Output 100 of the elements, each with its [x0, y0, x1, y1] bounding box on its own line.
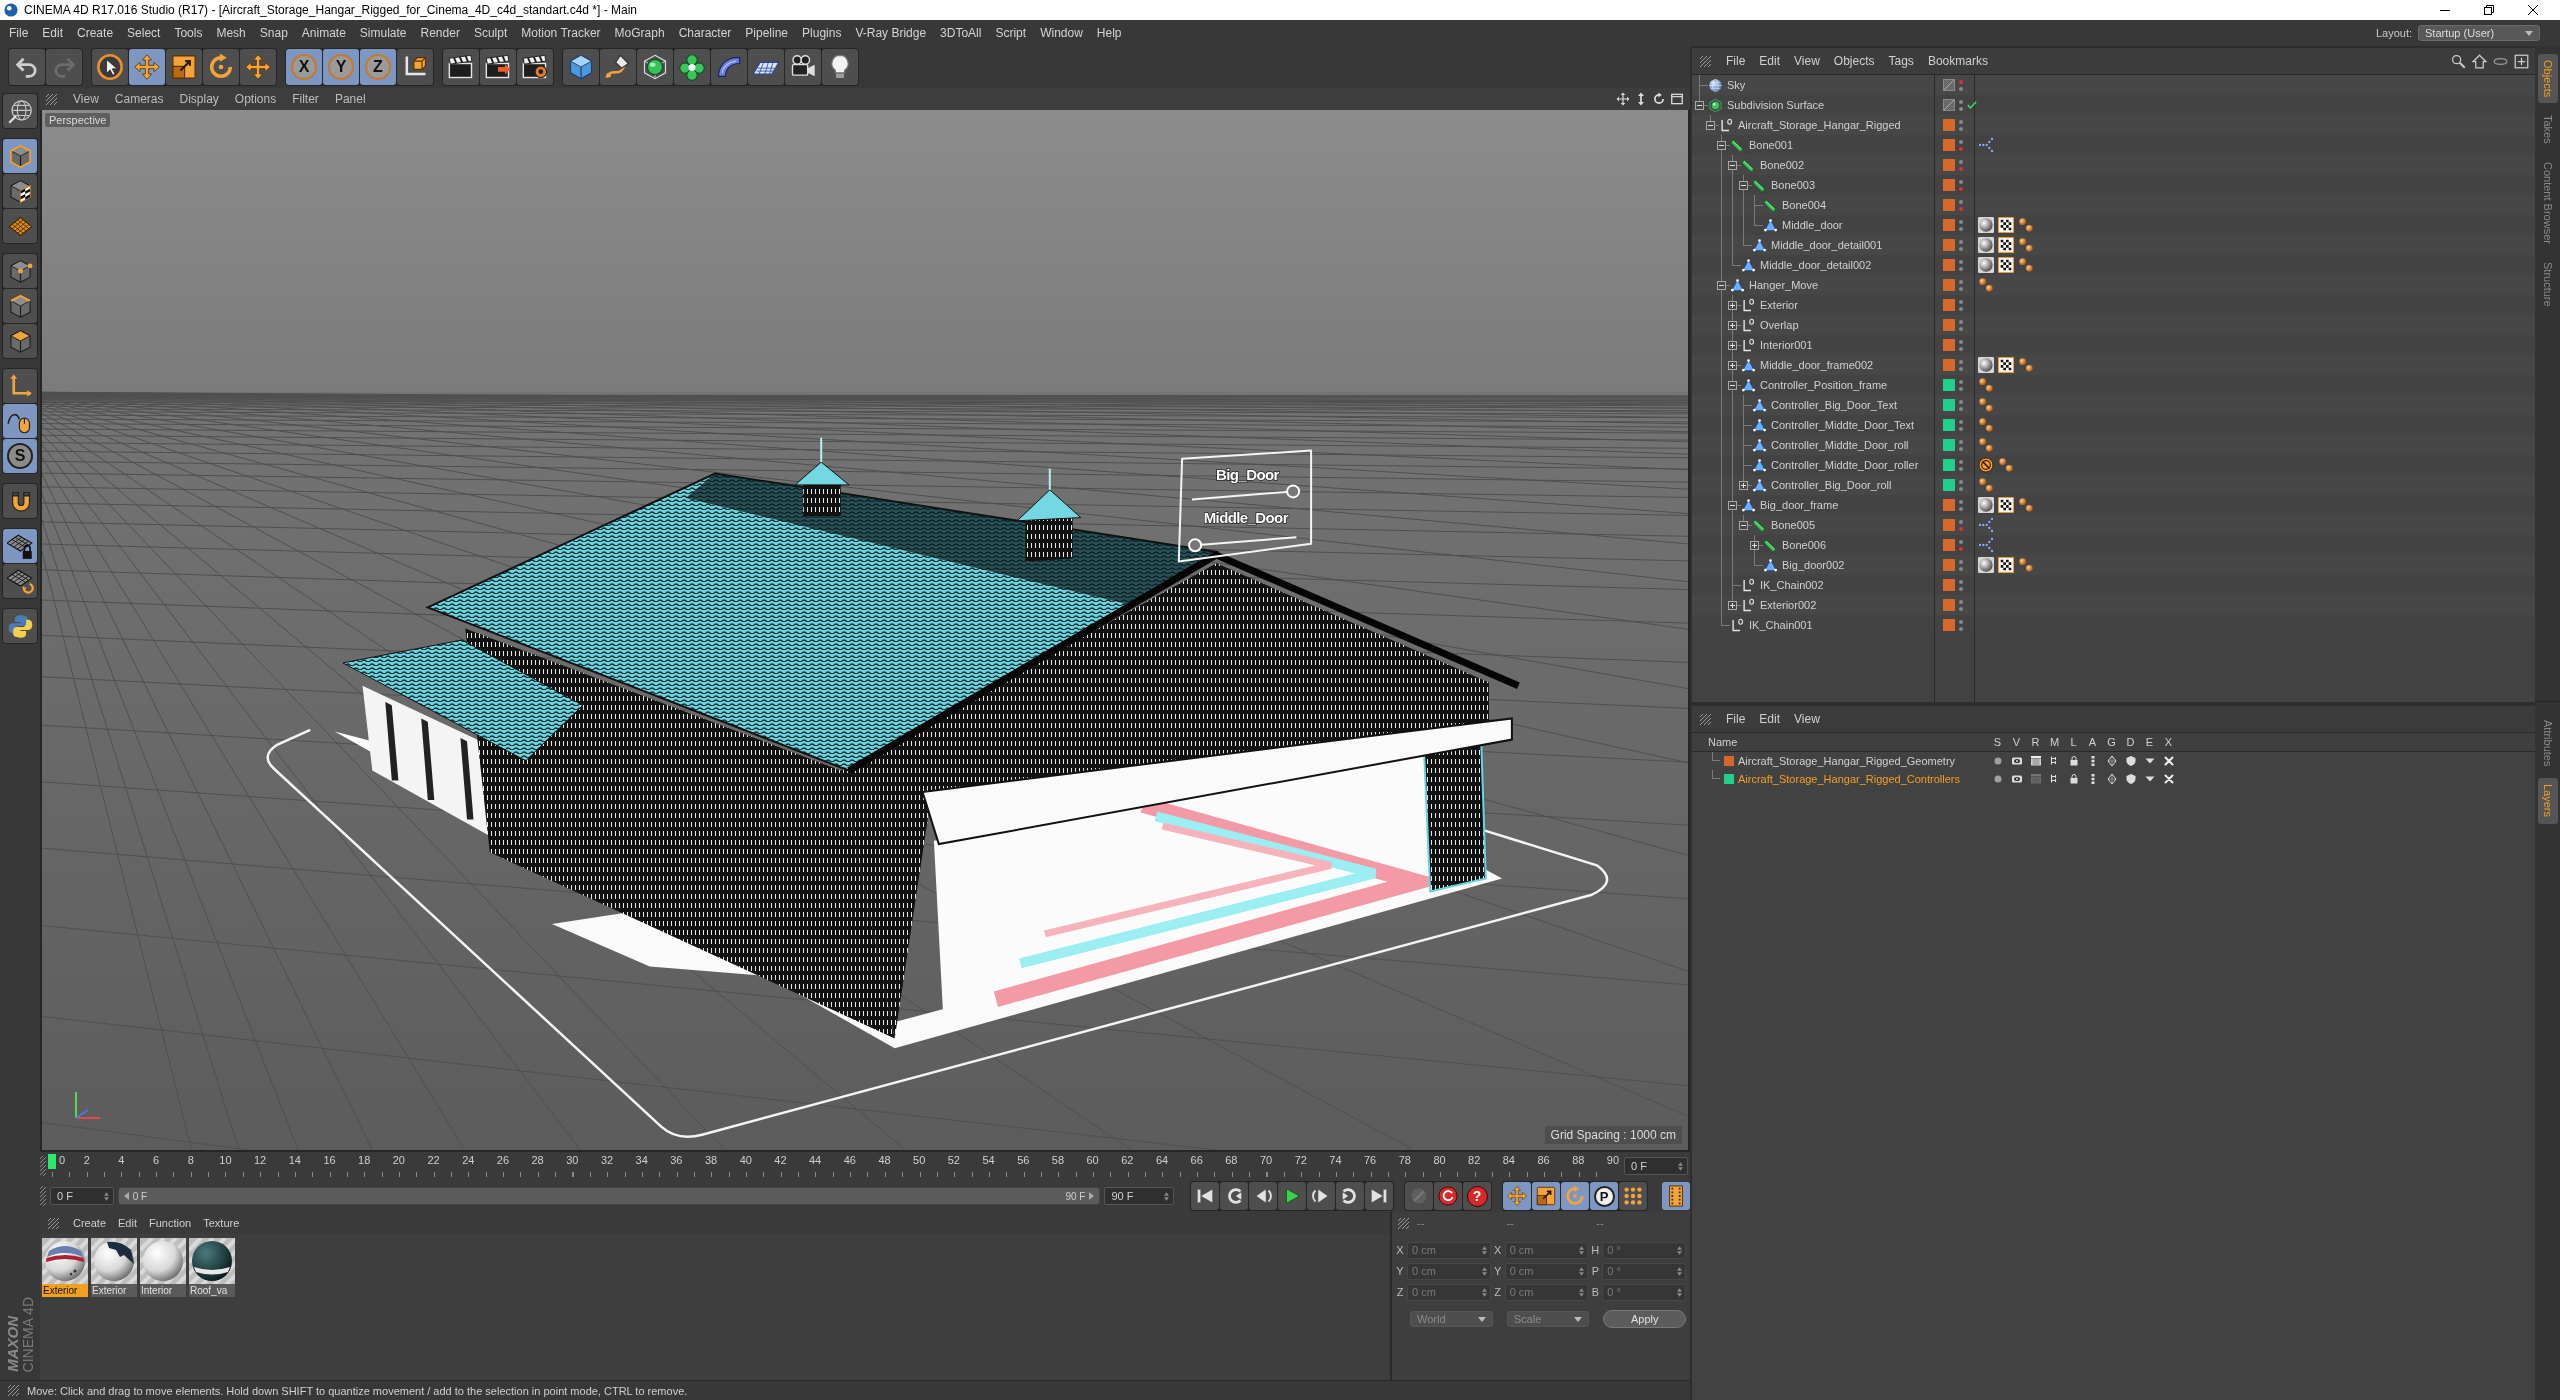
editor-dot-icon[interactable] — [1959, 239, 1963, 244]
next-key-button[interactable] — [1336, 1182, 1365, 1210]
side-tab[interactable]: Layers — [2537, 778, 2558, 824]
render-dot-icon[interactable] — [1959, 306, 1963, 311]
grip-icon[interactable] — [48, 1217, 59, 1229]
balls-icon[interactable] — [2018, 557, 2034, 573]
side-tab[interactable]: Content Browser — [2537, 156, 2558, 250]
render-picture-button[interactable] — [480, 49, 516, 85]
stepper-icon[interactable] — [1481, 1287, 1487, 1297]
object-name[interactable]: Controller_Middte_Door_roll — [1771, 439, 1909, 451]
balls-icon[interactable] — [2018, 257, 2034, 273]
stepper-icon[interactable] — [1481, 1266, 1487, 1276]
menu-item[interactable]: Help — [1089, 26, 1129, 40]
object-row[interactable]: Bone004 — [1692, 195, 2535, 215]
menu-item[interactable]: V-Ray Bridge — [848, 26, 934, 40]
expand-icon[interactable] — [1739, 480, 1748, 490]
pen-button[interactable] — [600, 49, 636, 85]
make-editable-button[interactable] — [3, 94, 37, 128]
edges-mode-button[interactable] — [3, 289, 37, 323]
menu-item[interactable]: Render — [413, 26, 467, 40]
checker-icon[interactable] — [1998, 237, 2014, 253]
grip-icon[interactable] — [46, 93, 57, 105]
eye-icon[interactable] — [2010, 755, 2023, 767]
menu-item[interactable]: Options — [226, 92, 285, 106]
editor-dot-icon[interactable] — [1959, 319, 1963, 324]
collapse-icon[interactable] — [1728, 380, 1737, 390]
workplane-mode-button[interactable] — [3, 209, 37, 243]
stepper-icon[interactable] — [1677, 1245, 1682, 1255]
prohibited-icon[interactable] — [1978, 457, 1994, 473]
clapper-icon[interactable] — [2029, 755, 2042, 767]
object-row[interactable]: Big_door002 — [1692, 555, 2535, 575]
layer-swatch-icon[interactable] — [1943, 559, 1955, 571]
model-mode-button[interactable] — [3, 139, 37, 173]
checker-icon[interactable] — [1998, 217, 2014, 233]
cross-icon[interactable] — [2162, 755, 2175, 767]
object-name[interactable]: Overlap — [1760, 319, 1799, 331]
material-sphere-icon[interactable] — [1978, 257, 1994, 273]
render-dot-icon[interactable] — [1959, 606, 1963, 611]
rotate-tool-button[interactable] — [203, 49, 239, 85]
previous-frame-button[interactable] — [1249, 1182, 1278, 1210]
material-sphere-icon[interactable] — [1978, 497, 1994, 513]
render-dot-icon[interactable] — [1959, 126, 1963, 131]
layer-name[interactable]: Aircraft_Storage_Hangar_Rigged_Geometry — [1738, 755, 1956, 767]
object-name[interactable]: Bone005 — [1771, 519, 1816, 531]
layer-swatch-icon[interactable] — [1943, 159, 1955, 171]
layer-row[interactable]: Aircraft_Storage_Hangar_Rigged_Controllers — [1692, 770, 2535, 788]
empty-swatch-icon[interactable] — [1943, 99, 1955, 111]
side-tab[interactable]: Objects — [2537, 54, 2558, 104]
editor-dot-icon[interactable] — [1959, 119, 1963, 124]
object-row[interactable]: Middle_door_frame002 — [1692, 355, 2535, 375]
checker-icon[interactable] — [1998, 497, 2014, 513]
hangar-drawing[interactable] — [334, 436, 1520, 1049]
object-name[interactable]: Middle_door_frame002 — [1760, 359, 1874, 371]
render-dot-icon[interactable] — [1959, 566, 1963, 571]
menu-item[interactable]: Create — [70, 26, 121, 40]
layer-swatch-icon[interactable] — [1943, 219, 1955, 231]
object-name[interactable]: Sky — [1727, 79, 1746, 91]
cloner-button[interactable] — [674, 49, 710, 85]
eye-icon[interactable] — [2010, 773, 2023, 785]
menu-item[interactable]: Edit — [35, 26, 71, 40]
object-row[interactable]: Controller_Big_Door_roll — [1692, 475, 2535, 495]
layer-swatch-icon[interactable] — [1943, 139, 1955, 151]
collapse-icon[interactable] — [1695, 100, 1704, 110]
material-sphere-icon[interactable] — [1978, 217, 1994, 233]
collapse-icon[interactable] — [1717, 140, 1726, 150]
object-name[interactable]: Controller_Middte_Door_Text — [1771, 419, 1915, 431]
material-tile[interactable]: Interior — [140, 1238, 186, 1297]
key-position-button[interactable] — [1503, 1182, 1532, 1210]
object-name[interactable]: Bone002 — [1760, 159, 1805, 171]
render-settings-button[interactable] — [517, 49, 553, 85]
object-row[interactable]: Controller_Big_Door_Text — [1692, 395, 2535, 415]
checker-icon[interactable] — [1998, 357, 2014, 373]
object-name[interactable]: Controller_Middte_Door_roller — [1771, 459, 1919, 471]
layer-name[interactable]: Aircraft_Storage_Hangar_Rigged_Controllers — [1738, 773, 1960, 785]
grip-icon[interactable] — [1700, 55, 1711, 67]
script-button[interactable] — [3, 609, 37, 643]
menu-item[interactable]: Motion Tracker — [514, 26, 608, 40]
timeline-button[interactable] — [1662, 1182, 1690, 1210]
previous-key-button[interactable] — [1220, 1182, 1249, 1210]
column-header[interactable]: R — [2026, 736, 2045, 748]
menu-item[interactable]: Mesh — [209, 26, 253, 40]
object-name[interactable]: Middle_door_detail001 — [1771, 239, 1883, 251]
editor-dot-icon[interactable] — [1959, 139, 1963, 144]
menu-item[interactable]: Bookmarks — [1920, 54, 1995, 68]
object-name[interactable]: Middle_door_detail002 — [1760, 259, 1872, 271]
editor-dot-icon[interactable] — [1959, 419, 1963, 424]
balls-icon[interactable] — [1978, 477, 1994, 493]
expand-icon[interactable] — [1728, 300, 1737, 310]
collapse-icon[interactable] — [1728, 160, 1737, 170]
snap-button[interactable] — [3, 484, 37, 518]
stepper-icon[interactable] — [103, 1191, 109, 1201]
plus-square-icon[interactable] — [2514, 53, 2529, 69]
object-row[interactable]: Hanger_Move — [1692, 275, 2535, 295]
editor-dot-icon[interactable] — [1959, 619, 1963, 624]
checker-icon[interactable] — [1998, 257, 2014, 273]
menu-item[interactable]: View — [65, 92, 107, 106]
editor-dot-icon[interactable] — [1959, 399, 1963, 404]
apply-button[interactable]: Apply — [1603, 1310, 1686, 1328]
object-name[interactable]: Bone003 — [1771, 179, 1816, 191]
editor-dot-icon[interactable] — [1959, 339, 1963, 344]
